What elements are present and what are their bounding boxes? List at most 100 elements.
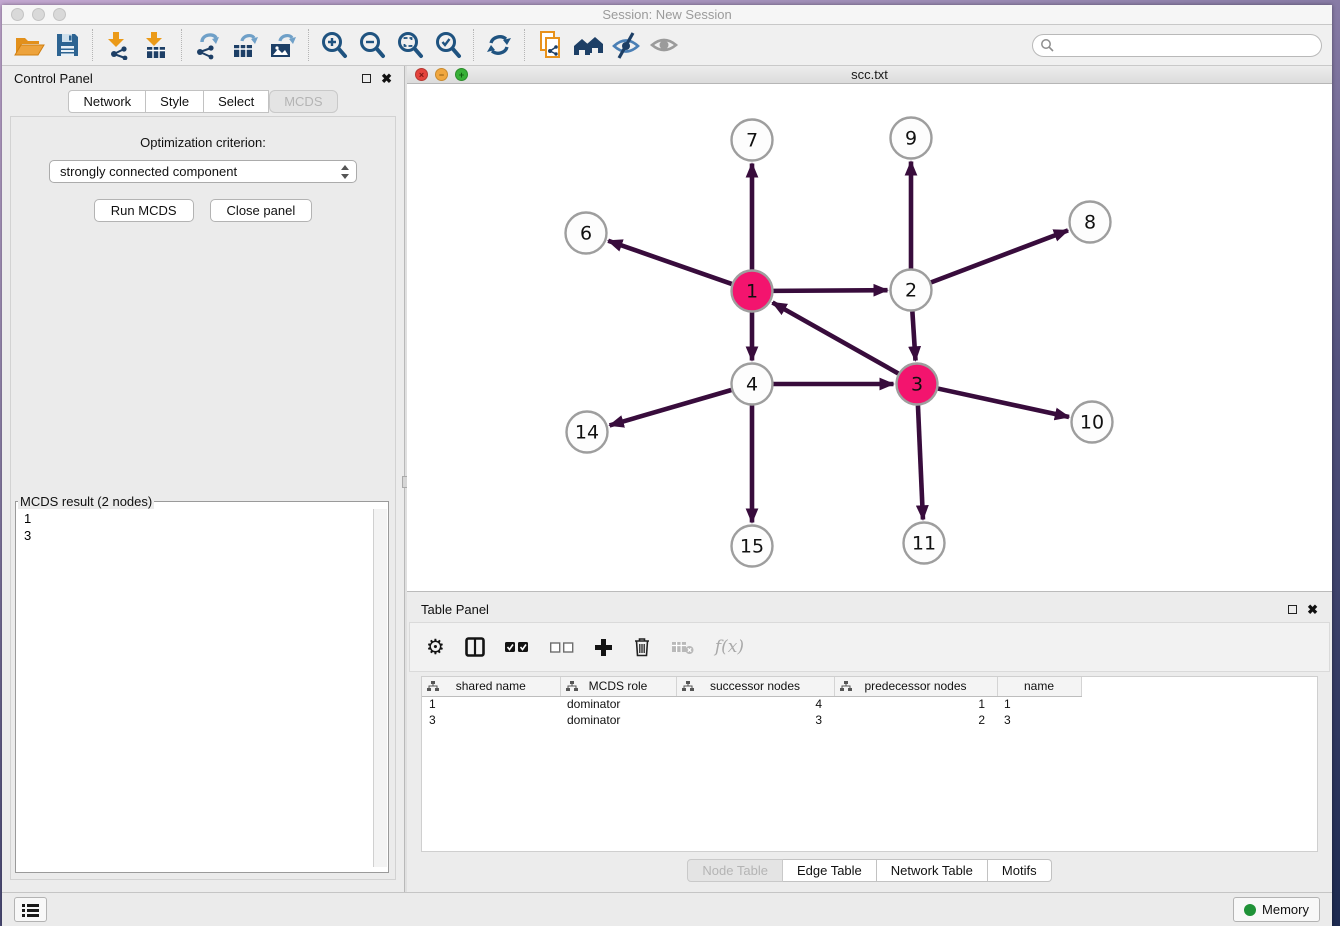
column-header-name[interactable]: name	[997, 677, 1081, 696]
table-cell[interactable]: 2	[834, 712, 997, 728]
graph-edge-3-1[interactable]	[772, 303, 898, 374]
control-panel-tabs: Network Style Select MCDS	[2, 90, 404, 113]
tab-select[interactable]: Select	[204, 90, 269, 113]
open-file-icon[interactable]	[10, 28, 48, 62]
search-input[interactable]	[1032, 34, 1322, 57]
graph-edge-3-11[interactable]	[918, 405, 923, 519]
tab-node-table[interactable]: Node Table	[687, 859, 783, 882]
table-cell[interactable]: 1	[422, 696, 560, 712]
zoom-out-icon[interactable]	[353, 28, 391, 62]
graph-edge-3-10[interactable]	[938, 389, 1069, 417]
column-header-mcds-role[interactable]: MCDS role	[560, 677, 676, 696]
column-header-successor-nodes[interactable]: successor nodes	[676, 677, 834, 696]
table-panel-title: Table Panel	[421, 602, 489, 617]
control-panel-title: Control Panel	[14, 71, 93, 86]
task-history-button[interactable]	[14, 897, 47, 922]
graph-node-2[interactable]: 2	[891, 270, 932, 311]
settings-gear-icon[interactable]: ⚙	[426, 632, 445, 662]
table-row[interactable]: 1dominator411	[422, 696, 1081, 712]
graph-edge-2-8[interactable]	[931, 230, 1068, 282]
graph-node-1[interactable]: 1	[732, 271, 773, 312]
memory-button[interactable]: Memory	[1233, 897, 1320, 922]
tab-network[interactable]: Network	[68, 90, 146, 113]
toolbar-separator	[181, 29, 182, 61]
add-row-icon[interactable]	[594, 632, 613, 662]
delete-table-icon[interactable]	[671, 632, 695, 662]
close-table-panel-icon[interactable]: ✖	[1307, 603, 1318, 616]
deselect-all-icon[interactable]	[550, 632, 574, 662]
table-cell[interactable]: dominator	[560, 696, 676, 712]
import-table-icon[interactable]	[137, 28, 175, 62]
zoom-in-icon[interactable]	[315, 28, 353, 62]
show-all-icon[interactable]	[645, 28, 683, 62]
graph-node-3[interactable]: 3	[897, 364, 938, 405]
mcds-tab-content: Optimization criterion: strongly connect…	[10, 116, 396, 880]
graph-node-6[interactable]: 6	[566, 213, 607, 254]
graph-node-10[interactable]: 10	[1072, 402, 1113, 443]
table-cell[interactable]: 4	[676, 696, 834, 712]
export-image-icon[interactable]	[264, 28, 302, 62]
mcds-result-list[interactable]: 13	[18, 509, 372, 866]
hide-selected-icon[interactable]	[607, 28, 645, 62]
task-list-icon	[21, 902, 40, 918]
graph-edge-1-2[interactable]	[773, 290, 887, 291]
show-column-icon[interactable]	[465, 632, 485, 662]
optimization-criterion-select[interactable]: strongly connected component	[49, 160, 357, 183]
table-cell[interactable]: 3	[676, 712, 834, 728]
optimization-criterion-label: Optimization criterion:	[11, 135, 395, 150]
select-all-icon[interactable]	[505, 632, 530, 662]
run-mcds-button[interactable]: Run MCDS	[94, 199, 194, 222]
graph-node-8[interactable]: 8	[1070, 202, 1111, 243]
delete-row-icon[interactable]	[633, 632, 651, 662]
tab-network-table[interactable]: Network Table	[877, 859, 988, 882]
graph-node-4[interactable]: 4	[732, 364, 773, 405]
float-panel-icon[interactable]	[362, 74, 371, 83]
graph-node-14[interactable]: 14	[567, 412, 608, 453]
table-cell[interactable]: dominator	[560, 712, 676, 728]
export-table-icon[interactable]	[226, 28, 264, 62]
toolbar-separator	[92, 29, 93, 61]
tab-edge-table[interactable]: Edge Table	[783, 859, 877, 882]
tab-style[interactable]: Style	[146, 90, 204, 113]
graph-node-15[interactable]: 15	[732, 526, 773, 567]
function-builder-icon[interactable]: f(x)	[715, 632, 744, 662]
clone-network-icon[interactable]	[531, 28, 569, 62]
zoom-fit-icon[interactable]	[391, 28, 429, 62]
network-canvas[interactable]: 7 9 6 8 1 2 4 3 14 10 15 11	[407, 84, 1332, 591]
save-session-icon[interactable]	[48, 28, 86, 62]
graph-node-7[interactable]: 7	[732, 120, 773, 161]
column-header-predecessor-nodes[interactable]: predecessor nodes	[834, 677, 997, 696]
table-tabs: Node Table Edge Table Network Table Moti…	[407, 852, 1332, 888]
column-header-shared-name[interactable]: shared name	[422, 677, 560, 696]
close-panel-button[interactable]: Close panel	[210, 199, 313, 222]
graph-edge-4-14[interactable]	[610, 390, 732, 425]
apply-layout-icon[interactable]	[480, 28, 518, 62]
tab-mcds[interactable]: MCDS	[269, 90, 337, 113]
table-row[interactable]: 3dominator323	[422, 712, 1081, 728]
table-cell[interactable]: 3	[997, 712, 1081, 728]
mcds-result-item[interactable]: 3	[24, 527, 372, 544]
hierarchy-icon	[427, 681, 439, 692]
import-network-icon[interactable]	[99, 28, 137, 62]
float-table-panel-icon[interactable]	[1288, 605, 1297, 614]
first-neighbors-icon[interactable]	[569, 28, 607, 62]
graph-edge-2-3[interactable]	[912, 311, 915, 360]
svg-text:10: 10	[1080, 412, 1104, 434]
node-table[interactable]: shared name MCDS role successor nodes pr…	[421, 676, 1318, 852]
svg-text:9: 9	[905, 128, 917, 150]
tab-motifs[interactable]: Motifs	[988, 859, 1052, 882]
search-icon	[1040, 38, 1054, 52]
network-window-titlebar: × − + scc.txt	[407, 66, 1332, 84]
table-cell[interactable]: 1	[834, 696, 997, 712]
table-cell[interactable]: 3	[422, 712, 560, 728]
close-panel-icon[interactable]: ✖	[381, 72, 392, 85]
zoom-selected-icon[interactable]	[429, 28, 467, 62]
window-title: Session: New Session	[2, 7, 1332, 22]
export-network-icon[interactable]	[188, 28, 226, 62]
graph-node-9[interactable]: 9	[891, 118, 932, 159]
graph-edge-1-6[interactable]	[608, 241, 732, 284]
graph-node-11[interactable]: 11	[904, 523, 945, 564]
table-cell[interactable]: 1	[997, 696, 1081, 712]
result-scrollbar[interactable]	[373, 509, 387, 867]
mcds-result-item[interactable]: 1	[24, 510, 372, 527]
